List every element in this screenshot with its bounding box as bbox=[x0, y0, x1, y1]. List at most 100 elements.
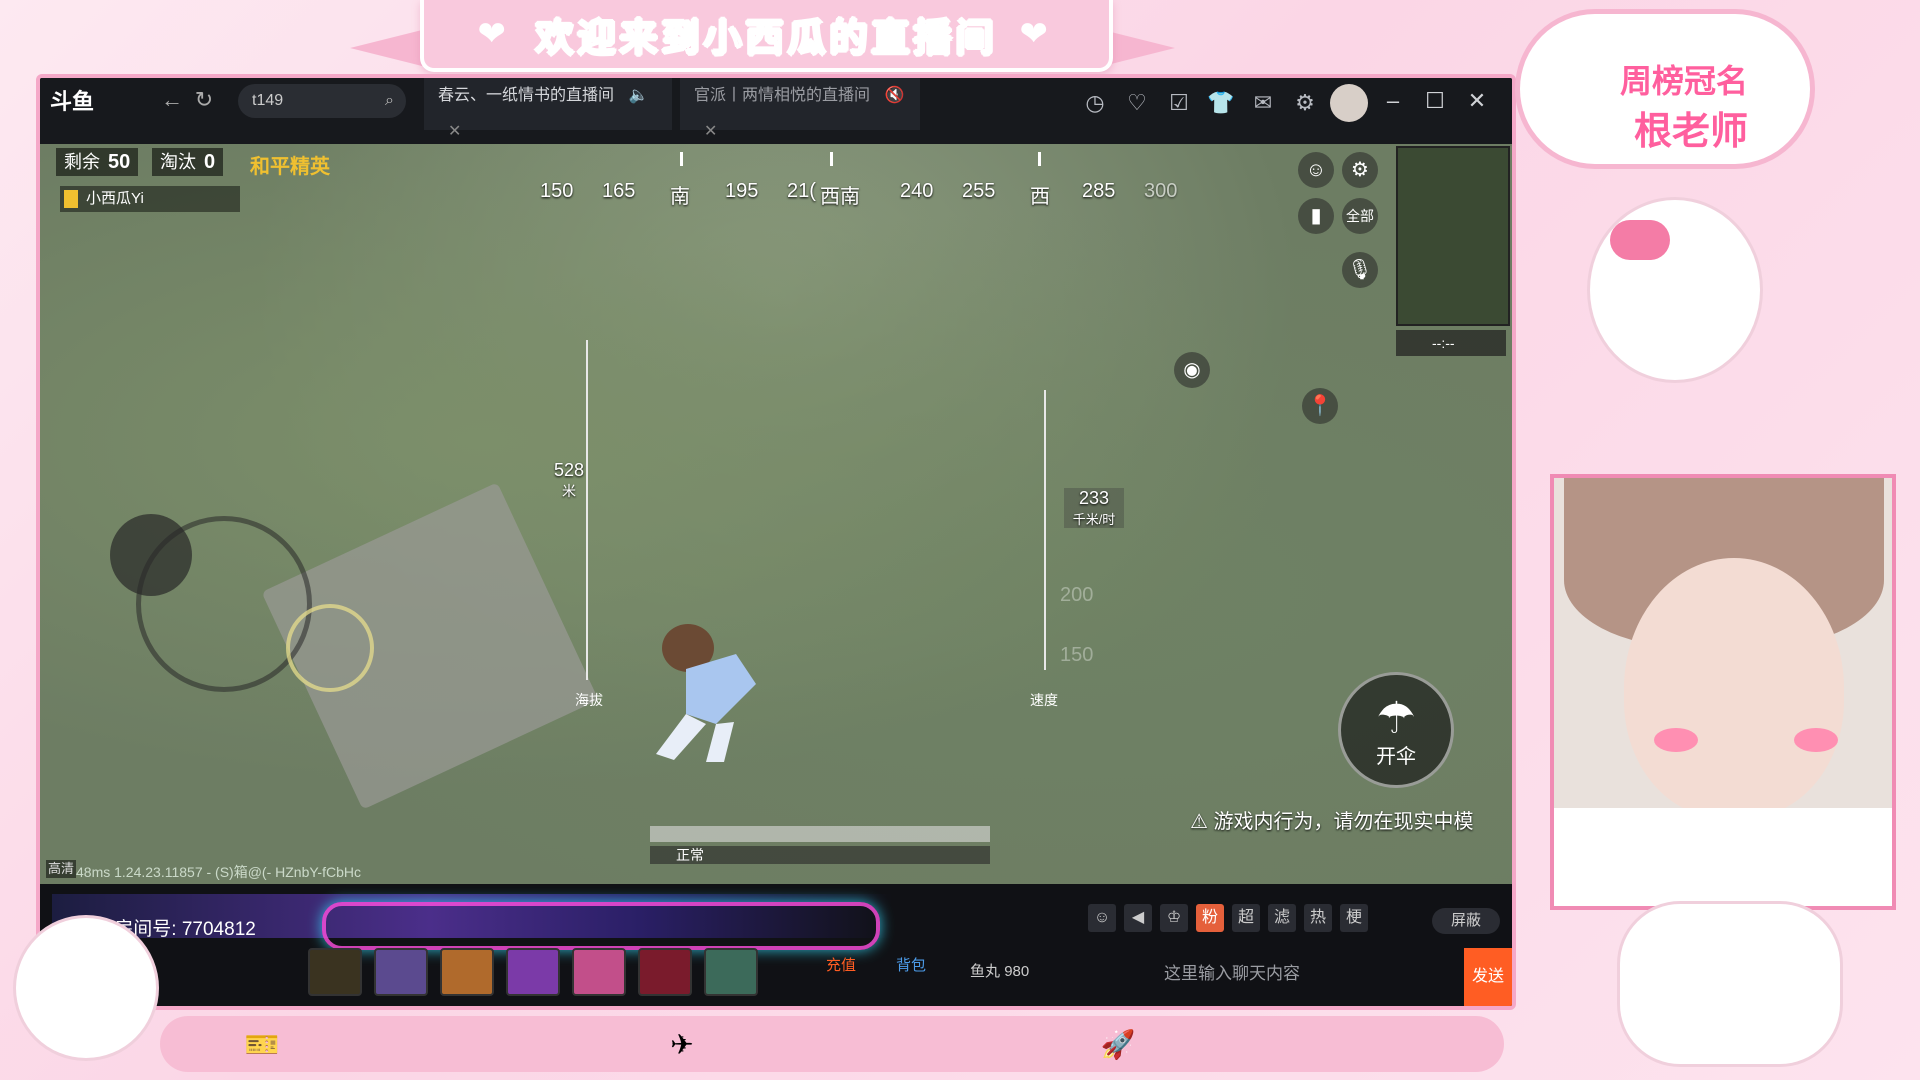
compass-tick: 195 bbox=[725, 180, 759, 202]
game-title: 和平精英 bbox=[250, 156, 330, 178]
player-name-tag: 小西瓜Yi bbox=[60, 186, 240, 212]
joystick-knob[interactable] bbox=[110, 514, 192, 596]
fishball-counter: 鱼丸 980 bbox=[970, 960, 1029, 981]
altitude-value: 528 bbox=[553, 460, 585, 480]
speaker-icon[interactable]: 🔈 bbox=[628, 87, 648, 104]
close-icon[interactable]: ✕ bbox=[704, 123, 717, 140]
shield-label: 屏蔽 bbox=[1450, 912, 1481, 929]
crown-icon[interactable]: ♔ bbox=[1160, 904, 1188, 932]
shirt-icon[interactable]: 👕 bbox=[1206, 88, 1236, 118]
airplane-icon: ✈ bbox=[670, 1029, 694, 1060]
gift-item[interactable] bbox=[704, 948, 758, 996]
settings-icon[interactable]: ⚙ bbox=[1342, 152, 1378, 188]
back-arrow-icon[interactable]: ← bbox=[158, 86, 186, 114]
banner-title: 欢迎来到小西瓜的直播间 bbox=[534, 15, 998, 61]
douyu-logo[interactable]: 斗鱼 bbox=[50, 84, 146, 124]
refresh-icon[interactable]: ↻ bbox=[190, 86, 218, 114]
compass-bar: 150 165 南 195 21( 西南 240 255 西 285 300 bbox=[480, 146, 1180, 208]
parachute-icon: ☂ bbox=[1376, 694, 1416, 743]
tab-label: 官派丨两情相悦的直播间 bbox=[694, 87, 871, 104]
close-icon[interactable]: ✕ bbox=[448, 123, 461, 140]
chat-chip-hot[interactable]: 热 bbox=[1304, 904, 1332, 932]
network-status-bar: 正常 bbox=[650, 846, 990, 864]
tab-live-room-1[interactable]: 春云、一纸情书的直播间 🔈 ✕ bbox=[424, 78, 672, 140]
message-icon[interactable]: ✉ bbox=[1248, 88, 1278, 118]
bow-icon bbox=[1610, 220, 1670, 260]
blush-sticker bbox=[1794, 728, 1838, 752]
room-banner: 鱼 房间号: 7704812 bbox=[52, 894, 892, 950]
hd-quality-badge[interactable]: 高清 bbox=[46, 860, 76, 878]
gift-item[interactable] bbox=[374, 948, 428, 996]
search-value: t149 bbox=[252, 92, 284, 109]
gift-item[interactable] bbox=[506, 948, 560, 996]
chat-chip-fan[interactable]: 粉 bbox=[1196, 904, 1224, 932]
heart-icon[interactable]: ♡ bbox=[1122, 88, 1152, 118]
backpack-icon[interactable]: ▮ bbox=[1298, 198, 1334, 234]
gift-item[interactable] bbox=[440, 948, 494, 996]
warning-text: 游戏内行为，请勿在现实中模 bbox=[1213, 811, 1474, 833]
stream-bottom-bar: 鱼 房间号: 7704812 充值 背包 鱼丸 980 ☺ ◀ ♔ 粉 超 滤 … bbox=[40, 884, 1512, 1006]
heart-icon: ❤ bbox=[477, 15, 506, 53]
hello-kitty-cloud-sticker bbox=[1620, 904, 1840, 1064]
ticket-icon: 🎫 bbox=[244, 1029, 280, 1060]
microphone-icon[interactable]: 🎙 bbox=[1342, 252, 1378, 288]
chat-chip-meme[interactable]: 梗 bbox=[1340, 904, 1368, 932]
compass-tick: 150 bbox=[540, 180, 574, 202]
compass-tick: 西南 bbox=[820, 186, 860, 208]
emote-icon[interactable]: ☺ bbox=[1298, 152, 1334, 188]
room-label-text: 房间号: 7704812 bbox=[114, 919, 256, 940]
maximize-button[interactable]: ☐ bbox=[1418, 84, 1452, 118]
history-icon[interactable]: ◷ bbox=[1080, 88, 1110, 118]
close-window-button[interactable]: ✕ bbox=[1460, 84, 1494, 118]
shield-toggle[interactable]: 屏蔽 bbox=[1432, 908, 1500, 934]
chat-chip-super[interactable]: 超 bbox=[1232, 904, 1260, 932]
compass-marker bbox=[830, 152, 833, 166]
mute-icon[interactable]: 🔇 bbox=[884, 87, 904, 104]
altitude-scale bbox=[586, 340, 588, 680]
search-icon[interactable]: ⌕ bbox=[385, 84, 394, 118]
compass-tick: 240 bbox=[900, 180, 934, 202]
fishball-value: 980 bbox=[1004, 963, 1030, 980]
emoji-icon[interactable]: ☺ bbox=[1088, 904, 1116, 932]
eliminated-value: 0 bbox=[204, 151, 216, 173]
safety-warning: ⚠ 游戏内行为，请勿在现实中模 bbox=[1190, 808, 1512, 836]
map-marker-icon[interactable]: 📍 bbox=[1302, 388, 1338, 424]
landing-target-ring bbox=[286, 604, 374, 692]
sponsor-name: 根老师 bbox=[1634, 109, 1749, 153]
hello-kitty-small-sticker bbox=[16, 918, 156, 1058]
streamer-face bbox=[1624, 558, 1844, 818]
backpack-button[interactable]: 背包 bbox=[896, 954, 926, 975]
minimize-button[interactable]: – bbox=[1376, 84, 1410, 118]
chat-input[interactable]: 这里输入聊天内容 bbox=[1164, 954, 1464, 994]
heart-icon: ❤ bbox=[1019, 15, 1049, 53]
webcam-feed bbox=[1550, 474, 1896, 910]
compass-marker bbox=[680, 152, 683, 166]
compass-tick: 21( bbox=[787, 180, 816, 202]
compass-tick: 255 bbox=[962, 180, 996, 202]
eye-icon[interactable]: ◉ bbox=[1174, 352, 1210, 388]
gift-item[interactable] bbox=[572, 948, 626, 996]
compass-tick: 西 bbox=[1030, 186, 1050, 208]
speed-scale bbox=[1044, 390, 1046, 670]
game-viewport[interactable]: 剩余 50 淘汰 0 和平精英 小西瓜Yi 150 165 南 195 21( 西南… bbox=[40, 144, 1512, 884]
task-icon[interactable]: ☑ bbox=[1164, 88, 1194, 118]
gift-item[interactable] bbox=[638, 948, 692, 996]
speed-tick: 150 bbox=[1060, 644, 1094, 666]
all-label: 全部 bbox=[1346, 208, 1374, 224]
banner-ribbon-left bbox=[350, 28, 430, 68]
chat-chip-filter[interactable]: 滤 bbox=[1268, 904, 1296, 932]
chat-toolbar: ☺ ◀ ♔ 粉 超 滤 热 梗 bbox=[1088, 904, 1368, 934]
settings-icon[interactable]: ⚙ bbox=[1290, 88, 1320, 118]
search-input[interactable]: t149 ⌕ bbox=[238, 84, 406, 118]
backpack-label: 背包 bbox=[896, 957, 927, 974]
speaker-icon[interactable]: ◀ bbox=[1124, 904, 1152, 932]
tab-live-room-2[interactable]: 官派丨两情相悦的直播间 🔇 ✕ bbox=[680, 78, 920, 140]
send-button[interactable]: 发送 bbox=[1464, 948, 1512, 1006]
recharge-button[interactable]: 充值 bbox=[826, 954, 856, 975]
voice-all-button[interactable]: 全部 bbox=[1342, 198, 1378, 234]
user-avatar[interactable] bbox=[1330, 84, 1368, 122]
speed-unit: 千米/时 bbox=[1072, 512, 1116, 527]
minimap[interactable] bbox=[1396, 146, 1510, 326]
gift-item[interactable] bbox=[308, 948, 362, 996]
open-parachute-button[interactable]: ☂ 开伞 bbox=[1338, 672, 1454, 788]
